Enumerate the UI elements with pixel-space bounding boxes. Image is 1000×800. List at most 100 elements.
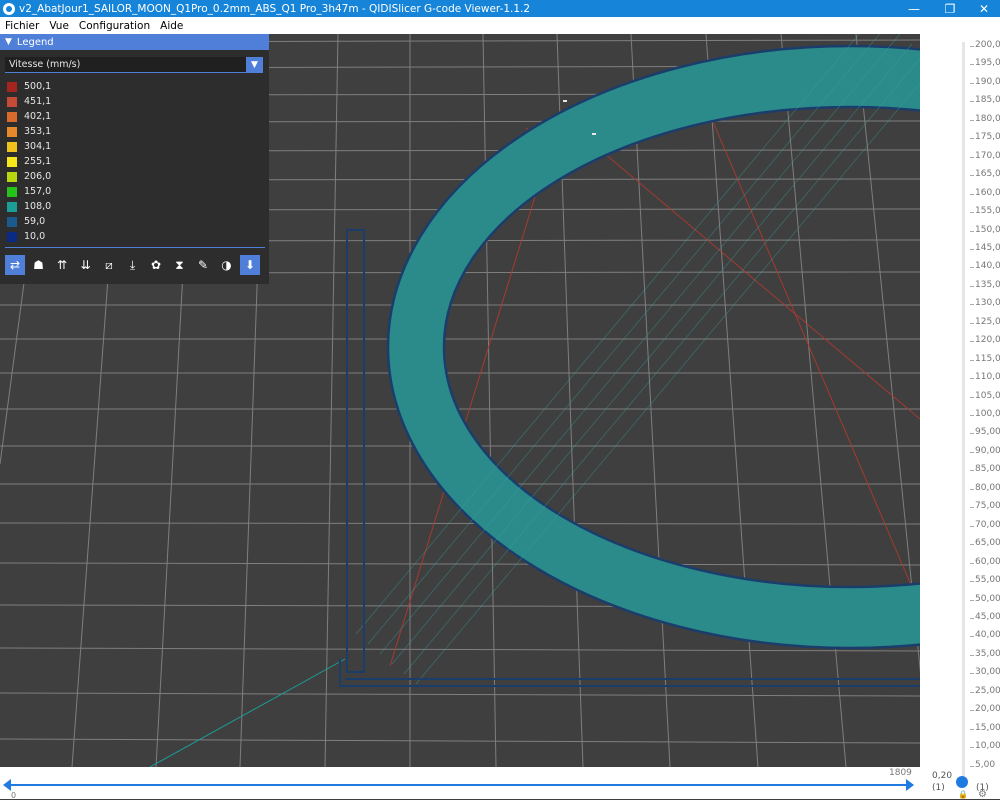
layer-height-tick-mark: [970, 747, 974, 749]
layer-height-tick-label: 60,00: [975, 556, 1000, 567]
layer-slider-track[interactable]: [962, 42, 965, 777]
legend-panel: ▼ Legend Vitesse (mm/s) ▼ 500,1 451,1 402,…: [0, 34, 269, 284]
layer-height-tick-label: 15,00: [975, 722, 1000, 733]
layer-height-tick-label: 155,00: [975, 206, 1000, 217]
layer-height-tick-mark: [970, 101, 974, 103]
layer-height-tick-mark: [970, 562, 974, 564]
moves-slider-left-thumb-icon[interactable]: [3, 779, 11, 791]
layer-height-tick-mark: [970, 599, 974, 601]
layer-height-tick-label: 5,00: [975, 759, 996, 770]
layer-height-tick-label: 95,00: [975, 427, 1000, 438]
layer-height-tick-mark: [970, 415, 974, 416]
moves-slider-track[interactable]: [8, 784, 913, 786]
layer-height-tick-mark: [970, 673, 974, 675]
settings-cog-icon[interactable]: ⚙: [978, 789, 987, 800]
shells-icon[interactable]: ⬇: [240, 255, 260, 275]
wipe-icon[interactable]: ☗: [29, 255, 49, 275]
legend-color-scale: 500,1 451,1 402,1 353,1 304,1 255,1 206,0 157,0…: [7, 79, 51, 244]
moves-slider[interactable]: 1809 0: [0, 767, 920, 800]
center-of-gravity-icon[interactable]: ◑: [217, 255, 237, 275]
travel-moves-icon[interactable]: ⇄: [5, 255, 25, 275]
layer-height-tick-mark: [970, 378, 974, 380]
moves-slider-right-thumb-icon[interactable]: [906, 779, 914, 791]
dropdown-arrow-icon[interactable]: ▼: [246, 57, 263, 73]
retractions-icon[interactable]: ⇈: [52, 255, 72, 275]
layer-height-tick-mark: [970, 46, 974, 47]
layer-height-tick-mark: [970, 544, 974, 546]
layer-height-tick-mark: [970, 691, 974, 693]
legend-title: Legend: [16, 36, 54, 48]
menu-aide[interactable]: Aide: [155, 20, 188, 32]
legend-value: 206,0: [24, 171, 52, 182]
layer-height-tick-label: 50,00: [975, 593, 1000, 604]
legend-value: 59,0: [24, 216, 46, 227]
menu-vue[interactable]: Vue: [44, 20, 74, 32]
layer-height-tick-label: 185,00: [975, 95, 1000, 106]
layer-height-tick-label: 135,00: [975, 279, 1000, 290]
legend-entry: 402,1: [7, 109, 51, 124]
layer-height-tick-mark: [970, 581, 974, 583]
legend-value: 451,1: [24, 96, 52, 107]
legend-swatch: [7, 111, 17, 122]
legend-entry: 206,0: [7, 169, 51, 184]
seams-icon[interactable]: ⧄: [99, 255, 119, 275]
pause-prints-icon[interactable]: ⧗: [170, 255, 190, 275]
title-bar: v2_AbatJour1_SAILOR_MOON_Q1Pro_0.2mm_ABS…: [0, 0, 1000, 17]
legend-swatch: [7, 141, 17, 152]
layer-height-tick-label: 190,00: [975, 76, 1000, 87]
layer-height-tick-mark: [970, 322, 974, 324]
layer-slider[interactable]: 0,20 (1) (1) 🔒 ⚙ 200,00195,00190,00185,0…: [920, 34, 1000, 800]
legend-entry: 108,0: [7, 199, 51, 214]
layer-height-tick-label: 130,00: [975, 298, 1000, 309]
legend-swatch: [7, 216, 17, 227]
layer-height-tick-label: 25,00: [975, 685, 1000, 696]
layer-height-tick-label: 90,00: [975, 445, 1000, 456]
view-type-select[interactable]: Vitesse (mm/s) ▼: [5, 57, 263, 73]
layer-height-tick-mark: [970, 636, 974, 638]
layer-height-tick-mark: [970, 138, 974, 140]
layer-height-tick-label: 85,00: [975, 464, 1000, 475]
legend-header[interactable]: ▼ Legend: [0, 34, 269, 50]
layer-height-tick-mark: [970, 617, 974, 619]
menu-configuration[interactable]: Configuration: [74, 20, 155, 32]
current-layer-height: 0,20: [932, 771, 953, 781]
layer-height-tick-label: 70,00: [975, 519, 1000, 530]
legend-entry: 10,0: [7, 229, 51, 244]
layer-height-tick-mark: [970, 230, 974, 232]
layer-slider-thumb[interactable]: [956, 776, 968, 788]
legend-value: 500,1: [24, 81, 52, 92]
layer-height-tick-mark: [970, 654, 974, 656]
layer-height-tick-mark: [970, 765, 974, 767]
layer-height-tick-label: 195,00: [975, 58, 1000, 69]
layer-height-tick-mark: [970, 359, 974, 361]
legend-swatch: [7, 96, 17, 107]
layer-height-tick-label: 110,00: [975, 372, 1000, 383]
tool-changes-icon[interactable]: ⤓: [123, 255, 143, 275]
collapse-triangle-icon[interactable]: ▼: [5, 37, 12, 47]
color-changes-icon[interactable]: ✿: [146, 255, 166, 275]
minimize-button[interactable]: —: [896, 0, 932, 17]
layer-height-tick-label: 10,00: [975, 741, 1000, 752]
layer-height-tick-mark: [970, 525, 974, 527]
layer-height-tick-label: 150,00: [975, 224, 1000, 235]
layer-height-tick-mark: [970, 175, 974, 177]
custom-gcodes-icon[interactable]: ✎: [193, 255, 213, 275]
legend-entry: 255,1: [7, 154, 51, 169]
layer-height-tick-mark: [970, 433, 974, 435]
deretractions-icon[interactable]: ⇊: [76, 255, 96, 275]
legend-entry: 59,0: [7, 214, 51, 229]
layer-height-tick-mark: [970, 488, 974, 490]
legend-swatch: [7, 171, 17, 182]
legend-entry: 353,1: [7, 124, 51, 139]
view-type-value: Vitesse (mm/s): [9, 59, 81, 70]
menu-fichier[interactable]: Fichier: [0, 20, 44, 32]
layer-height-tick-mark: [970, 193, 974, 195]
close-button[interactable]: ✕: [966, 0, 1000, 17]
legend-swatch: [7, 231, 17, 242]
maximize-button[interactable]: ❐: [932, 0, 968, 17]
lock-icon[interactable]: 🔒: [958, 790, 968, 799]
legend-entry: 304,1: [7, 139, 51, 154]
layer-height-tick-label: 170,00: [975, 150, 1000, 161]
layer-height-tick-mark: [970, 304, 974, 306]
layer-height-tick-mark: [970, 451, 974, 453]
